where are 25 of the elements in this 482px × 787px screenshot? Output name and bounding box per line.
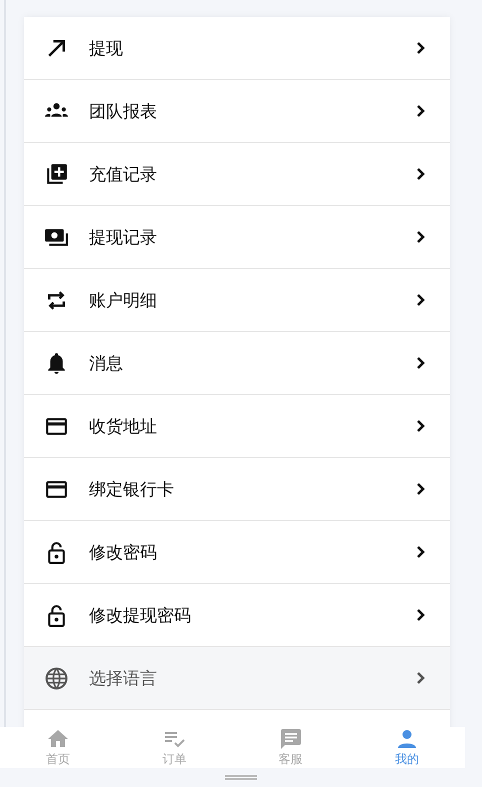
menu-label: 消息 bbox=[89, 352, 124, 374]
menu-label: 修改提现密码 bbox=[89, 604, 192, 626]
menu-item[interactable]: 提现 bbox=[24, 17, 450, 80]
menu-item[interactable]: 充值记录 bbox=[24, 143, 450, 206]
menu-item[interactable]: 修改密码 bbox=[24, 521, 450, 584]
drag-handle[interactable] bbox=[225, 775, 257, 780]
menu-label: 团队报表 bbox=[89, 100, 158, 122]
menu-label: 账户明细 bbox=[89, 290, 158, 312]
menu-label: 提现记录 bbox=[89, 226, 158, 248]
menu-item[interactable]: 收货地址 bbox=[24, 395, 450, 458]
menu-label: 提现 bbox=[89, 38, 124, 60]
menu-item[interactable]: 选择语言 bbox=[24, 647, 450, 710]
menu-label: 选择语言 bbox=[89, 668, 158, 690]
menu-label: 充值记录 bbox=[89, 164, 158, 186]
menu-label: 修改密码 bbox=[89, 542, 158, 564]
menu-label: 绑定银行卡 bbox=[89, 478, 175, 500]
menu-item[interactable]: 账户明细 bbox=[24, 269, 450, 332]
menu-item[interactable]: 提现记录 bbox=[24, 206, 450, 269]
menu-item[interactable]: 绑定银行卡 bbox=[24, 458, 450, 521]
menu-item[interactable]: 修改提现密码 bbox=[24, 584, 450, 647]
globe-icon bbox=[44, 666, 69, 690]
add-icon bbox=[44, 162, 69, 186]
menu-label: 收货地址 bbox=[89, 416, 158, 438]
menu-item[interactable]: 团队报表 bbox=[24, 80, 450, 143]
menu-item[interactable]: 消息 bbox=[24, 332, 450, 395]
